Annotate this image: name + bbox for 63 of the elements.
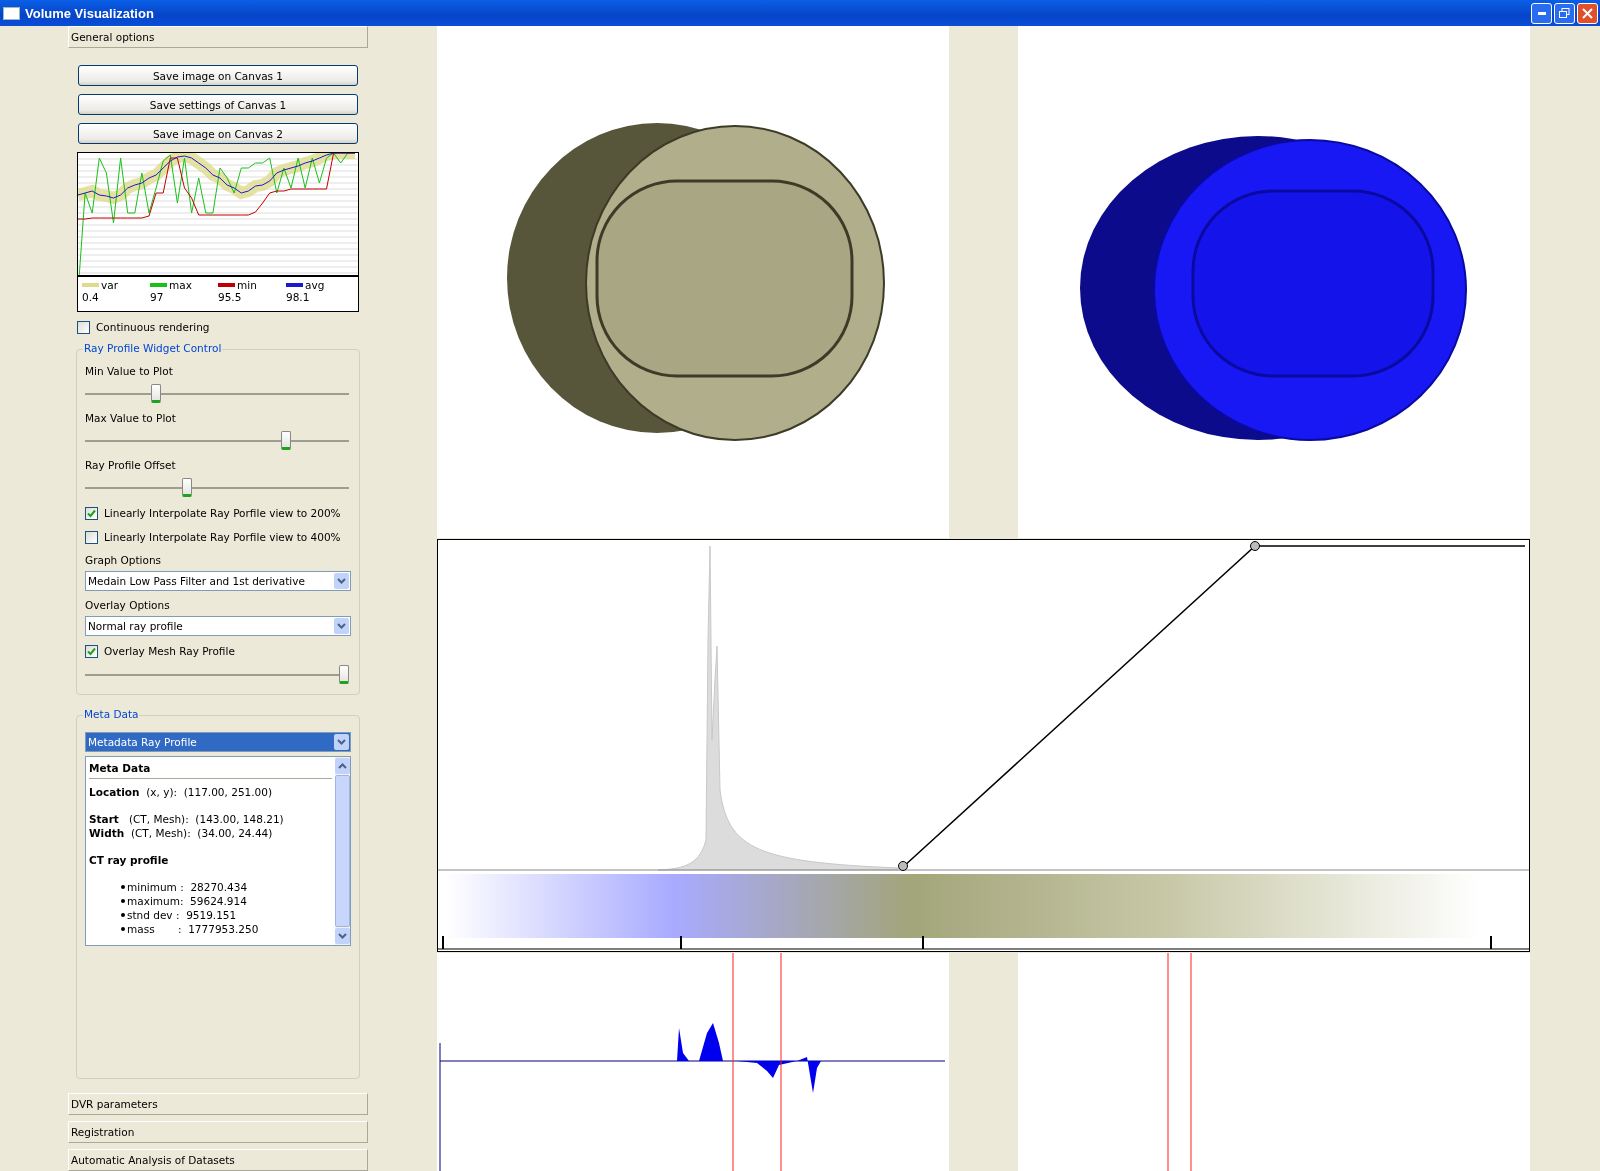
checkbox[interactable]: [85, 506, 98, 520]
legend-value: 95.5: [218, 291, 243, 303]
control-point-handle[interactable]: [898, 861, 908, 871]
section-header[interactable]: Automatic Analysis of Datasets: [68, 1149, 368, 1171]
group-title: Ray Profile Widget Control: [83, 342, 223, 354]
checkbox[interactable]: [77, 320, 90, 334]
save-button[interactable]: Save image on Canvas 1: [78, 65, 358, 86]
checkbox-label: Overlay Mesh Ray Profile: [104, 645, 235, 657]
section-header[interactable]: DVR parameters: [68, 1093, 368, 1115]
metadata-line: minimum : 28270.434: [127, 880, 248, 894]
legend-label: max: [169, 278, 192, 291]
slider-thumb[interactable]: [280, 431, 291, 450]
slider-thumb[interactable]: [151, 384, 162, 403]
scroll-up-icon[interactable]: [335, 758, 350, 774]
legend-value: 98.1: [286, 291, 311, 303]
dropdown[interactable]: Metadata Ray Profile: [85, 732, 351, 752]
control-point-handle[interactable]: [1250, 541, 1260, 551]
legend-label: avg: [305, 278, 325, 291]
section-header[interactable]: General options: [68, 26, 368, 48]
checkbox[interactable]: [85, 530, 98, 544]
save-button[interactable]: Save image on Canvas 2: [78, 123, 358, 144]
section-header[interactable]: Registration: [68, 1121, 368, 1143]
field-label: Min Value to Plot: [85, 365, 173, 377]
field-label: Max Value to Plot: [85, 412, 176, 424]
legend-value: 0.4: [82, 291, 100, 303]
group-title: Meta Data: [83, 708, 140, 720]
checkbox-label: Linearly Interpolate Ray Porfile view to 400%: [104, 531, 341, 543]
metadata-line: stnd dev : 9519.151: [127, 908, 237, 922]
checkbox-label: Continuous rendering: [96, 321, 210, 333]
restore-button[interactable]: [1554, 2, 1575, 24]
metadata-line: mass : 1777953.250: [127, 922, 259, 936]
minimize-button[interactable]: [1531, 2, 1552, 24]
checkbox-label: Linearly Interpolate Ray Porfile view to 200%: [104, 507, 341, 519]
close-icon: [1582, 7, 1593, 19]
restore-icon: [1559, 8, 1570, 18]
dropdown[interactable]: Normal ray profile: [85, 616, 351, 636]
legend-label: var: [101, 278, 118, 291]
bullet-icon: [121, 885, 125, 889]
slider-thumb[interactable]: [339, 665, 349, 684]
scrollbar[interactable]: [335, 757, 350, 945]
legend-value: 97: [150, 291, 165, 303]
bullet-icon: [121, 927, 125, 931]
save-button[interactable]: Save settings of Canvas 1: [78, 94, 358, 115]
bullet-icon: [121, 899, 125, 903]
field-label: Graph Options: [85, 554, 162, 566]
slider-thumb[interactable]: [181, 478, 192, 497]
field-label: Overlay Options: [85, 599, 170, 611]
window-icon: [3, 6, 20, 20]
checkbox[interactable]: [85, 644, 98, 658]
metadata-line: Width (CT, Mesh): (34.00, 24.44): [89, 826, 274, 840]
metadata-line: Location (x, y): (117.00, 251.00): [89, 785, 274, 799]
dropdown[interactable]: Medain Low Pass Filter and 1st derivative: [85, 571, 351, 591]
metadata-line: Start (CT, Mesh): (143.00, 148.21): [89, 812, 285, 826]
close-button[interactable]: [1577, 2, 1598, 24]
minimize-icon: [1537, 11, 1546, 15]
scroll-down-icon[interactable]: [335, 928, 350, 944]
metadata-heading: CT ray profile: [89, 853, 170, 867]
bullet-icon: [121, 913, 125, 917]
field-label: Ray Profile Offset: [85, 459, 176, 471]
metadata-heading: Meta Data: [89, 760, 332, 779]
metadata-line: maximum: 59624.914: [127, 894, 247, 908]
legend-label: min: [237, 278, 257, 291]
window-title: Volume Visualization: [25, 5, 155, 21]
